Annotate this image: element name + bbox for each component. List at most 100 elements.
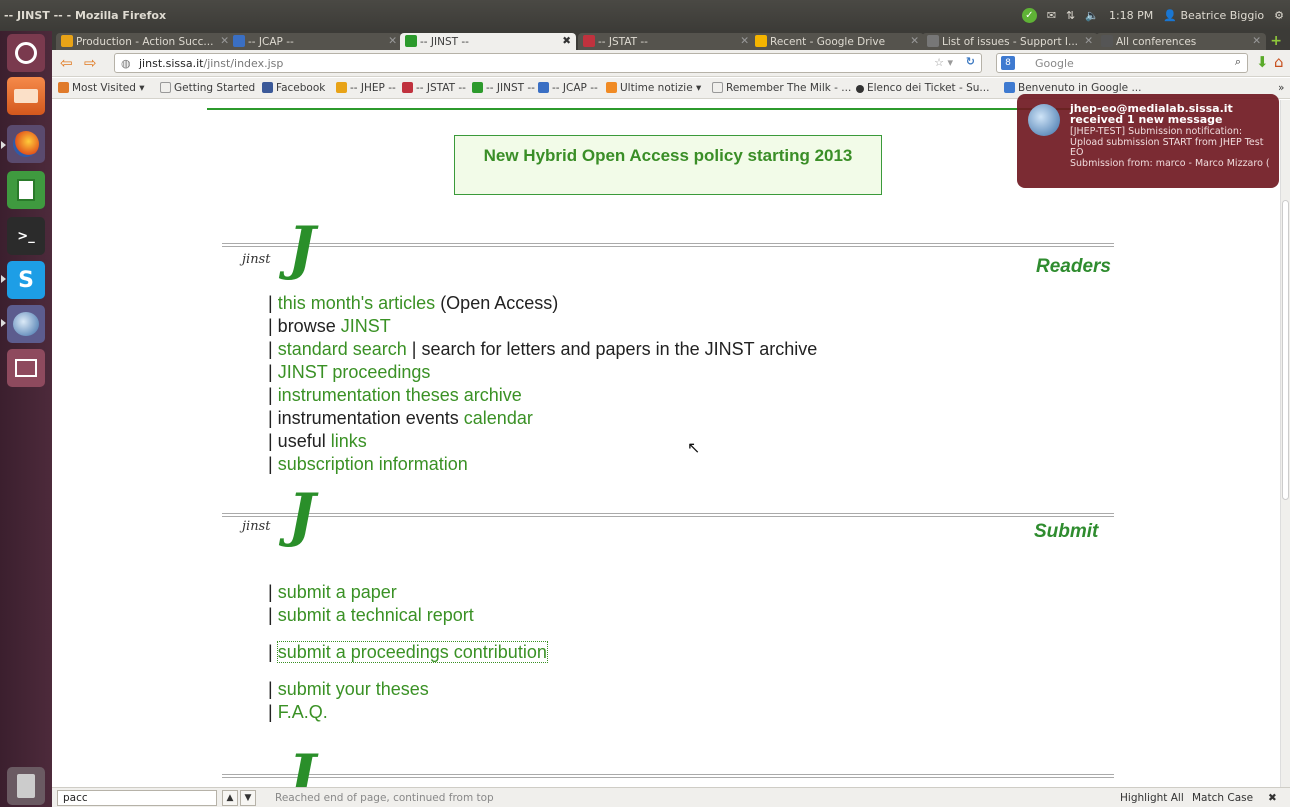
reader-link-row: | browse JINST — [268, 315, 817, 338]
bookmark-remember-the-milk[interactable]: Remember The Milk - ... — [712, 82, 851, 94]
submit-links: | submit a paper | submit a technical re… — [268, 581, 548, 724]
new-tab-button[interactable]: + — [1270, 33, 1282, 49]
jinst-proceedings-link[interactable]: JINST proceedings — [278, 362, 431, 382]
useful-links-link[interactable]: links — [331, 431, 367, 451]
url-bar[interactable]: ◍ jinst.sissa.it/jinst/index.jsp ☆ ▾ ↻ — [114, 53, 982, 73]
close-tab-icon[interactable]: ✖ — [562, 35, 571, 47]
navigation-bar: ⇦ ⇨ ◍ jinst.sissa.it/jinst/index.jsp ☆ ▾… — [52, 50, 1290, 77]
tab-favicon — [583, 35, 595, 47]
clock[interactable]: 1:18 PM — [1109, 9, 1153, 22]
bookmark-jcap[interactable]: -- JCAP -- — [538, 82, 598, 94]
reload-icon[interactable]: ↻ — [966, 55, 975, 68]
page-scrollbar[interactable] — [1280, 100, 1290, 787]
submit-link-row: | submit a proceedings contribution — [268, 641, 548, 664]
standard-search-link[interactable]: standard search — [278, 339, 407, 359]
terminal-icon[interactable]: >_ — [7, 217, 45, 255]
skype-icon[interactable]: S — [7, 261, 45, 299]
rss-icon — [606, 82, 617, 93]
running-indicator — [1, 319, 6, 327]
submit-technical-report-link[interactable]: submit a technical report — [278, 605, 474, 625]
row-prefix: | instrumentation events — [268, 408, 464, 428]
close-tab-icon[interactable]: ✕ — [910, 35, 919, 47]
tab-jstat[interactable]: -- JSTAT -- ✕ — [578, 33, 754, 50]
downloads-icon[interactable]: ⬇ — [1256, 53, 1269, 71]
submit-theses-link[interactable]: submit your theses — [278, 679, 429, 699]
bookmark-jstat[interactable]: -- JSTAT -- — [402, 82, 466, 94]
bookmark-jhep[interactable]: -- JHEP -- — [336, 82, 396, 94]
tab-jinst[interactable]: -- JINST -- ✖ — [400, 33, 576, 50]
find-next-button[interactable]: ▼ — [240, 790, 256, 806]
bookmark-benvenuto-google[interactable]: Benvenuto in Google ... — [1004, 82, 1141, 94]
close-find-bar-icon[interactable]: ✖ — [1268, 792, 1277, 804]
notification-title: jhep-eo@medialab.sissa.it received 1 new… — [1070, 102, 1233, 126]
row-prefix: | — [268, 679, 278, 699]
match-case-toggle[interactable]: Match Case — [1192, 792, 1253, 804]
bookmarks-overflow[interactable]: » — [1278, 82, 1284, 94]
bookmark-ultime-notizie[interactable]: Ultime notizie ▾ — [606, 82, 701, 94]
close-tab-icon[interactable]: ✕ — [388, 35, 397, 47]
launcher: >_ S — [0, 31, 52, 807]
jinst-logo-j: J — [288, 742, 316, 787]
tab-label: -- JSTAT -- — [598, 36, 648, 48]
bookmark-elenco-ticket[interactable]: Elenco dei Ticket - Su... — [856, 82, 989, 94]
running-indicator — [1, 275, 6, 283]
page-content: New Hybrid Open Access policy starting 2… — [52, 100, 1280, 787]
bookmark-facebook[interactable]: Facebook — [262, 82, 325, 94]
browse-jinst-link[interactable]: JINST — [341, 316, 391, 336]
mail-icon[interactable]: ✉ — [1047, 9, 1056, 22]
notification-body: [JHEP-TEST] Submission notification: Upl… — [1070, 126, 1264, 158]
tab-list-of-issues[interactable]: List of issues - Support I... ✕ — [922, 33, 1098, 50]
row-prefix: | — [268, 339, 278, 359]
home-icon[interactable]: ⌂ — [1274, 53, 1284, 71]
highlight-all-toggle[interactable]: Highlight All — [1120, 792, 1184, 804]
url-host: jinst.sissa.it — [139, 57, 204, 70]
close-tab-icon[interactable]: ✕ — [1084, 35, 1093, 47]
dash-home-icon[interactable] — [7, 34, 45, 72]
gear-icon[interactable]: ⚙ — [1274, 9, 1284, 22]
this-months-articles-link[interactable]: this month's articles — [278, 293, 436, 313]
row-prefix: | — [268, 605, 278, 625]
submit-proceedings-link[interactable]: submit a proceedings contribution — [276, 641, 548, 663]
scrollbar-thumb[interactable] — [1282, 200, 1289, 500]
calendar-link[interactable]: calendar — [464, 408, 533, 428]
network-icon[interactable]: ⇅ — [1066, 9, 1075, 22]
tab-production[interactable]: Production - Action Succ... ✕ — [56, 33, 234, 50]
bookmark-getting-started[interactable]: Getting Started — [160, 82, 255, 94]
close-tab-icon[interactable]: ✕ — [740, 35, 749, 47]
search-icon[interactable]: ⌕ — [1235, 55, 1241, 69]
tab-label: All conferences — [1116, 36, 1197, 48]
volume-icon[interactable]: 🔈 — [1085, 9, 1099, 22]
trash-icon[interactable] — [7, 767, 45, 805]
update-ok-icon[interactable]: ✓ — [1021, 8, 1037, 23]
bookmark-most-visited[interactable]: Most Visited ▾ — [58, 82, 145, 94]
search-bar[interactable]: 8 Google ⌕ — [996, 53, 1248, 73]
find-input[interactable]: pacc — [57, 790, 217, 806]
tab-label: -- JCAP -- — [248, 36, 294, 48]
spreadsheet-icon[interactable] — [7, 171, 45, 209]
search-engine-icon[interactable]: 8 — [1001, 56, 1015, 70]
reader-link-row: | this month's articles (Open Access) — [268, 292, 817, 315]
thunderbird-icon[interactable] — [7, 305, 45, 343]
tab-favicon — [61, 35, 73, 47]
tab-google-drive[interactable]: Recent - Google Drive ✕ — [750, 33, 924, 50]
bookmark-star-icon[interactable]: ☆ ▾ — [934, 56, 953, 69]
user-menu[interactable]: 👤 Beatrice Biggio — [1163, 9, 1264, 22]
close-tab-icon[interactable]: ✕ — [1252, 35, 1261, 47]
tab-all-conferences[interactable]: All conferences ✕ — [1096, 33, 1266, 50]
subscription-information-link[interactable]: subscription information — [278, 454, 468, 474]
theses-archive-link[interactable]: instrumentation theses archive — [278, 385, 522, 405]
back-button[interactable]: ⇦ — [60, 54, 73, 72]
find-previous-button[interactable]: ▲ — [222, 790, 238, 806]
tab-jcap[interactable]: -- JCAP -- ✕ — [228, 33, 402, 50]
bookmark-jinst[interactable]: -- JINST -- — [472, 82, 535, 94]
faq-link[interactable]: F.A.Q. — [278, 702, 328, 722]
firefox-icon[interactable] — [7, 125, 45, 163]
page-icon — [160, 82, 171, 93]
bookmark-label: Getting Started — [174, 82, 256, 94]
ticket-icon — [856, 85, 864, 93]
files-icon[interactable] — [7, 77, 45, 115]
submit-paper-link[interactable]: submit a paper — [278, 582, 397, 602]
forward-button[interactable]: ⇨ — [84, 54, 97, 72]
announcement-banner[interactable]: New Hybrid Open Access policy starting 2… — [454, 135, 882, 195]
workspace-switcher-icon[interactable] — [7, 349, 45, 387]
